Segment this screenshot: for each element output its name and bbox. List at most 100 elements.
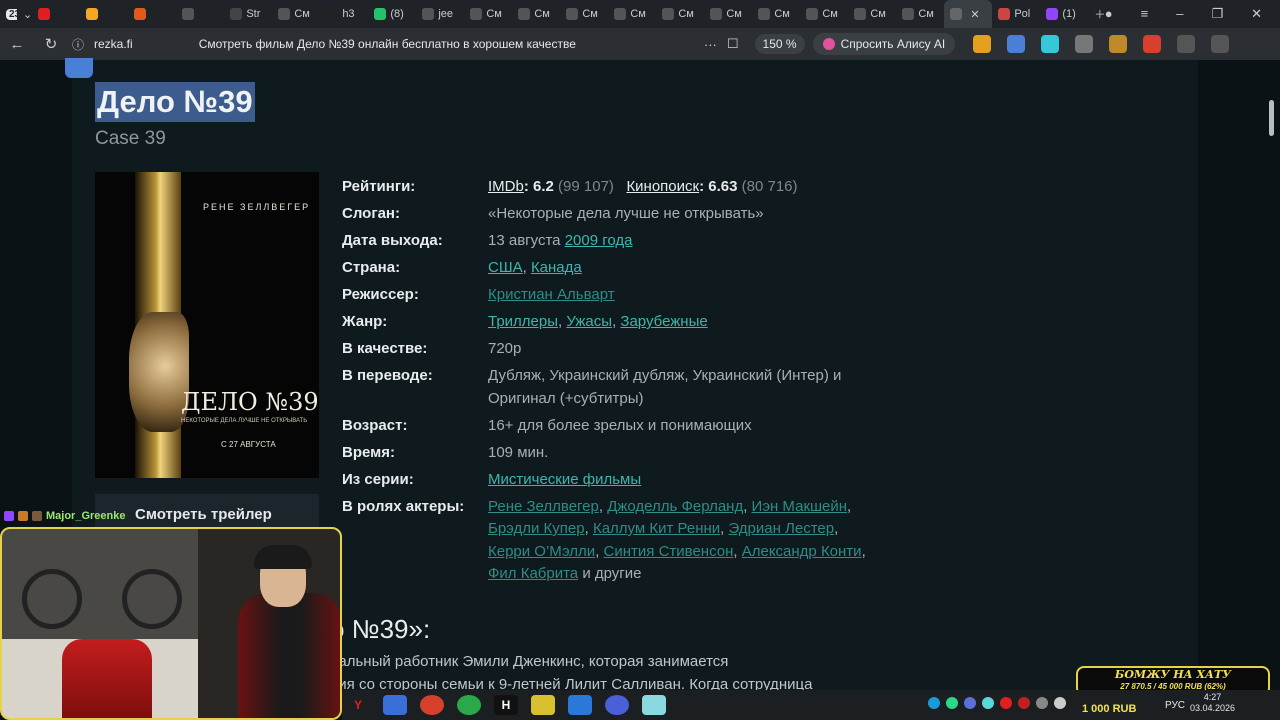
browser-tab[interactable]: См <box>608 0 656 28</box>
close-icon[interactable]: ✕ <box>1251 6 1262 22</box>
app-icon[interactable] <box>568 695 592 715</box>
genre-link[interactable]: Зарубежные <box>620 313 707 330</box>
browser-tab[interactable] <box>176 0 224 28</box>
app-icon[interactable] <box>420 695 444 715</box>
tray-icon[interactable] <box>982 697 994 709</box>
country-link[interactable]: США <box>488 259 523 276</box>
extension-icon[interactable] <box>1143 35 1162 53</box>
separator: , <box>733 542 742 560</box>
tray-icon[interactable] <box>1000 697 1012 709</box>
tab-label: См <box>726 8 742 20</box>
browser-tab[interactable] <box>80 0 128 28</box>
series-link[interactable]: Мистические фильмы <box>488 471 641 488</box>
chat-badge-icon <box>4 511 14 521</box>
tab-label: (8) <box>390 8 404 20</box>
actor-link[interactable]: Джоделль Ферланд <box>607 498 743 515</box>
webcam-chair <box>62 639 152 718</box>
country-link[interactable]: Канада <box>531 259 582 276</box>
profile-icon[interactable]: ● <box>1105 6 1113 22</box>
minimize-icon[interactable]: – <box>1176 6 1183 22</box>
tray-icon[interactable] <box>1036 697 1048 709</box>
release-year-link[interactable]: 2009 года <box>565 232 633 249</box>
donation-goal-title: БОМЖУ НА ХАТУ <box>1114 668 1232 681</box>
kinopoisk-link[interactable]: Кинопоиск <box>626 178 699 195</box>
tab-counter[interactable]: 23 <box>0 0 17 28</box>
extension-icon[interactable] <box>1075 35 1094 53</box>
close-tab-icon[interactable]: ✕ <box>970 8 979 21</box>
actor-link[interactable]: Фил Кабрита <box>488 565 578 582</box>
extension-icon[interactable] <box>1041 35 1060 53</box>
movie-info-table: Рейтинги: IMDb: 6.2 (99 107) Кинопоиск: … <box>342 176 882 590</box>
browser-tab[interactable]: См <box>464 0 512 28</box>
back-icon[interactable]: ← <box>0 36 34 53</box>
browser-tab[interactable]: jee <box>416 0 464 28</box>
restore-icon[interactable]: ❐ <box>1211 6 1223 22</box>
actor-link[interactable]: Эдриан Лестер <box>728 520 834 537</box>
browser-tab[interactable]: См <box>512 0 560 28</box>
browser-tab[interactable]: См <box>896 0 944 28</box>
zoom-indicator[interactable]: 150 % <box>754 34 805 54</box>
new-tab-button[interactable]: ＋ <box>1088 0 1104 28</box>
extension-icon[interactable] <box>1211 35 1230 53</box>
tray-icon[interactable] <box>946 697 958 709</box>
actor-link[interactable]: Синтия Стивенсон <box>604 543 734 560</box>
browser-tab[interactable]: См <box>704 0 752 28</box>
genre-link[interactable]: Ужасы <box>566 313 612 330</box>
browser-tab[interactable]: h3 <box>320 0 368 28</box>
movie-poster[interactable]: РЕНЕ ЗЕЛЛВЕГЕР ДЕЛО №39 НЕКОТОРЫЕ ДЕЛА Л… <box>95 172 319 478</box>
translate-icon[interactable] <box>65 58 93 78</box>
extension-icon[interactable] <box>1177 35 1196 53</box>
input-language[interactable]: РУС <box>1165 700 1185 711</box>
url-host[interactable]: rezka.fi <box>94 37 133 51</box>
separator: , <box>598 497 608 515</box>
browser-tab[interactable]: См <box>560 0 608 28</box>
bookmark-icon[interactable]: ☐ <box>727 36 739 52</box>
menu-icon[interactable]: ≡ <box>1141 6 1149 22</box>
tray-icon[interactable] <box>1054 697 1066 709</box>
browser-tab[interactable]: См <box>272 0 320 28</box>
browser-tab[interactable]: (8) <box>368 0 416 28</box>
yandex-icon[interactable]: Y <box>346 695 370 715</box>
browser-tab[interactable]: Pol <box>992 0 1040 28</box>
more-icon[interactable]: ··· <box>704 37 717 52</box>
actor-link[interactable]: Каллум Кит Ренни <box>593 520 720 537</box>
reload-icon[interactable]: ↻ <box>34 35 68 53</box>
lock-app-icon[interactable] <box>531 695 555 715</box>
browser-tab[interactable] <box>32 0 80 28</box>
browser-tab[interactable]: ✕ <box>944 0 993 28</box>
app-icon[interactable] <box>642 695 666 715</box>
chrome-icon[interactable] <box>457 695 481 715</box>
browser-tab[interactable]: См <box>800 0 848 28</box>
actor-link[interactable]: Рене Зеллвегер <box>488 498 599 515</box>
browser-tab[interactable]: Str <box>224 0 272 28</box>
tabs-dropdown[interactable]: ⌄ <box>17 0 32 28</box>
actor-link[interactable]: Брэдли Купер <box>488 520 585 537</box>
site-info-icon[interactable]: ⓘ <box>68 36 88 53</box>
tray-icon[interactable] <box>1018 697 1030 709</box>
browser-tab[interactable] <box>128 0 176 28</box>
tray-icon[interactable] <box>928 697 940 709</box>
browser-tab[interactable]: См <box>656 0 704 28</box>
chat-app-icon[interactable] <box>605 695 629 715</box>
extension-icon[interactable] <box>1109 35 1128 53</box>
ask-alice-button[interactable]: Спросить Алису AI <box>812 33 956 55</box>
genre-link[interactable]: Триллеры <box>488 313 558 330</box>
system-clock[interactable]: 4:27 03.04.2026 <box>1190 692 1235 714</box>
browser-tab[interactable]: (1) <box>1040 0 1088 28</box>
browser-app-icon[interactable] <box>383 695 407 715</box>
translate-icon[interactable] <box>1007 35 1026 53</box>
tray-icon[interactable] <box>964 697 976 709</box>
actor-link[interactable]: Иэн Макшейн <box>752 498 848 515</box>
extension-icon[interactable] <box>973 35 992 53</box>
browser-tab[interactable]: См <box>848 0 896 28</box>
actor-link[interactable]: Александр Конти <box>742 543 862 560</box>
scrollbar-thumb[interactable] <box>1269 100 1274 136</box>
app-icon[interactable]: H <box>494 695 518 715</box>
director-link[interactable]: Кристиан Альварт <box>488 286 615 303</box>
imdb-link[interactable]: IMDb <box>488 178 524 195</box>
kinopoisk-votes: (80 716) <box>741 178 798 195</box>
browser-tab[interactable]: См <box>752 0 800 28</box>
donation-amount: 1 000 RUB <box>1082 703 1137 715</box>
actor-link[interactable]: Керри О’Мэлли <box>488 543 595 560</box>
time-label: Время: <box>342 443 395 461</box>
